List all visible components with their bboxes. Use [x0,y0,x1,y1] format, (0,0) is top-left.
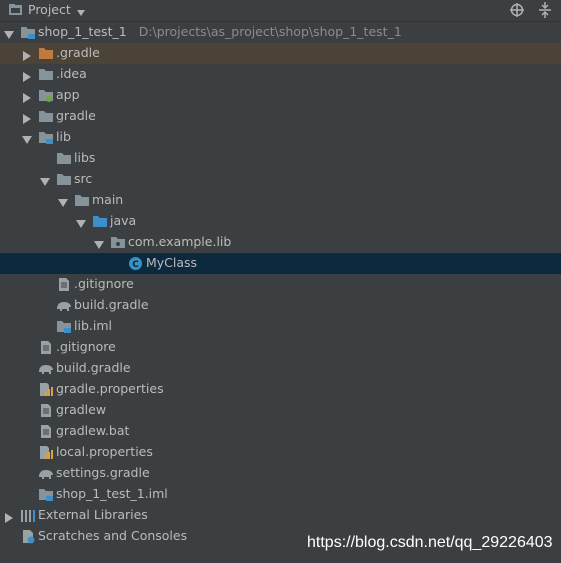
tree-label: com.example.lib [128,234,232,249]
gradle-elephant-icon [38,466,54,481]
watermark-url: https://blog.csdn.net/qq_29226403 [307,534,553,551]
module-file-icon [38,487,54,502]
package-icon [110,235,126,250]
tree-row-gradlew[interactable]: gradlew [0,400,561,421]
project-view-icon [8,3,24,17]
module-folder-icon [20,25,36,40]
gradle-elephant-icon [56,298,72,313]
tree-label: shop_1_test_1.iml [56,486,168,501]
tree-row-idea[interactable]: .idea [0,64,561,85]
text-file-icon [38,424,54,439]
tree-row-myclass[interactable]: C MyClass [0,253,561,274]
chevron-down-icon[interactable] [76,5,86,20]
tree-label: lib.iml [74,318,112,333]
expanded-arrow-icon[interactable] [76,217,86,228]
tree-row-gradle-cache[interactable]: .gradle [0,43,561,64]
tree-row-settings-gradle[interactable]: settings.gradle [0,463,561,484]
tree-label: .idea [56,66,87,81]
tree-label: gradlew.bat [56,423,130,438]
folder-icon [56,172,72,187]
locate-icon[interactable] [509,2,525,21]
collapsed-arrow-icon[interactable] [22,112,32,124]
module-folder-icon [38,130,54,145]
properties-file-icon [38,445,54,460]
tree-row-lib[interactable]: lib [0,127,561,148]
tree-label: .gradle [56,45,100,60]
tree-row-gradle-wrapper[interactable]: gradle [0,106,561,127]
collapsed-arrow-icon[interactable] [22,91,32,103]
collapsed-arrow-icon[interactable] [22,70,32,82]
tree-label: Scratches and Consoles [38,528,188,543]
android-module-folder-icon [38,88,54,103]
tree-label: settings.gradle [56,465,150,480]
root-module-path: D:\projects\as_project\shop\shop_1_test_… [138,24,402,39]
tree-row-root[interactable]: shop_1_test_1 D:\projects\as_project\shop… [0,22,561,43]
expanded-arrow-icon[interactable] [4,28,14,39]
tree-row-gradlew-bat[interactable]: gradlew.bat [0,421,561,442]
svg-text:C: C [132,260,139,270]
project-tool-window: Project shop_1_test_1 D:\projects\as_proj… [0,0,561,563]
tree-row-external-libraries[interactable]: External Libraries [0,505,561,526]
text-file-icon [38,403,54,418]
root-module-name: shop_1_test_1 [38,24,127,39]
text-file-icon [38,340,54,355]
expanded-arrow-icon[interactable] [94,238,104,249]
tree-label: build.gradle [56,360,131,375]
excluded-folder-icon [38,46,54,61]
tree-row-root-gitignore[interactable]: .gitignore [0,337,561,358]
tree-label: main [92,192,124,207]
tool-window-header: Project [0,0,561,22]
tree-label: lib [56,129,71,144]
tree-label: gradlew [56,402,107,417]
scratches-icon [20,529,36,544]
project-tree: shop_1_test_1 D:\projects\as_project\shop… [0,22,561,547]
source-folder-icon [92,214,108,229]
module-file-icon [56,319,72,334]
tree-row-root-iml[interactable]: shop_1_test_1.iml [0,484,561,505]
tree-label: app [56,87,80,102]
tree-row-local-properties[interactable]: local.properties [0,442,561,463]
tree-label: local.properties [56,444,153,459]
collapsed-arrow-icon[interactable] [22,49,32,61]
tree-label: .gitignore [56,339,116,354]
folder-icon [38,109,54,124]
tree-row-lib-src[interactable]: src [0,169,561,190]
tree-label: .gitignore [74,276,134,291]
collapsed-arrow-icon[interactable] [4,511,14,523]
tree-row-root-build-gradle[interactable]: build.gradle [0,358,561,379]
folder-icon [56,151,72,166]
tree-row-lib-iml[interactable]: lib.iml [0,316,561,337]
java-class-icon: C [128,256,144,271]
tree-label: External Libraries [38,507,148,522]
properties-file-icon [38,382,54,397]
gradle-elephant-icon [38,361,54,376]
tree-label: java [110,213,137,228]
text-file-icon [56,277,72,292]
tree-label: MyClass [146,255,198,270]
tree-label: gradle [56,108,96,123]
expanded-arrow-icon[interactable] [58,196,68,207]
folder-icon [74,193,90,208]
tree-label: libs [74,150,96,165]
tree-label: gradle.properties [56,381,164,396]
expanded-arrow-icon[interactable] [22,133,32,144]
tree-row-lib-java[interactable]: java [0,211,561,232]
library-icon [20,508,36,523]
tree-label: build.gradle [74,297,149,312]
tree-label: src [74,171,93,186]
tree-row-lib-package[interactable]: com.example.lib [0,232,561,253]
tree-row-lib-build-gradle[interactable]: build.gradle [0,295,561,316]
expanded-arrow-icon[interactable] [40,175,50,186]
settings-gear-icon[interactable] [537,1,553,22]
tree-row-lib-libs[interactable]: libs [0,148,561,169]
folder-icon [38,67,54,82]
view-selector-title[interactable]: Project [28,2,71,17]
tree-row-lib-gitignore[interactable]: .gitignore [0,274,561,295]
tree-row-lib-main[interactable]: main [0,190,561,211]
tree-row-gradle-properties[interactable]: gradle.properties [0,379,561,400]
tree-row-app[interactable]: app [0,85,561,106]
